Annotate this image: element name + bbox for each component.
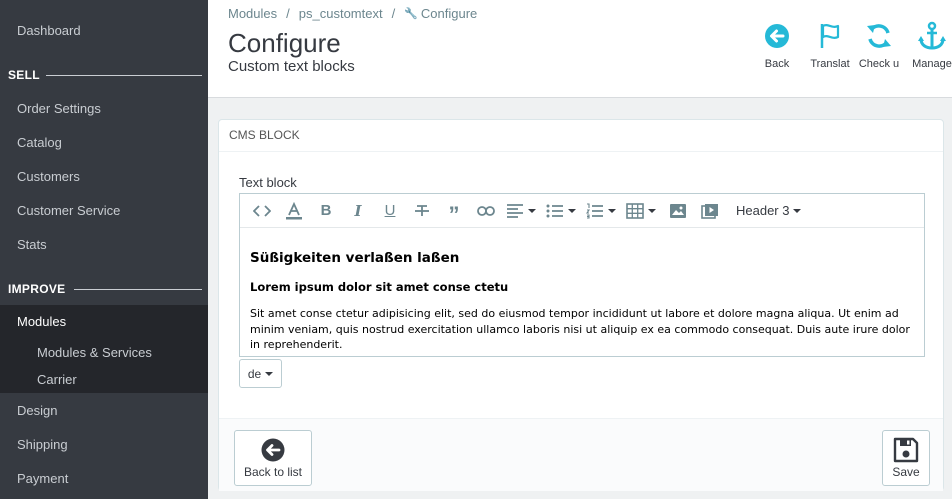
breadcrumb-item-modules[interactable]: Modules [228, 6, 277, 21]
check-update-button-label: Check u [858, 58, 900, 70]
section-heading: IMPROVE [8, 282, 66, 296]
section-heading: SELL [8, 68, 40, 82]
language-value: de [247, 366, 262, 381]
wrench-icon: 🔧 [404, 8, 418, 20]
sidebar-item-dashboard[interactable]: Dashboard [0, 14, 208, 48]
content-heading-3: Süßigkeiten verlaßen laßen [250, 250, 460, 266]
sidebar-item-label: Stats [17, 237, 47, 252]
image-icon[interactable] [662, 199, 694, 223]
bold-icon[interactable]: B [310, 199, 342, 223]
content-heading-4: Lorem ipsum dolor sit amet conse ctetu [250, 280, 509, 294]
sidebar-item-order-settings[interactable]: Order Settings [0, 92, 208, 126]
blockquote-icon[interactable]: ” [438, 199, 470, 225]
back-button-label: Back [764, 58, 790, 70]
language-dropdown[interactable]: de [239, 359, 282, 388]
refresh-icon [849, 20, 909, 52]
floppy-disk-icon [893, 437, 919, 463]
sidebar-item-catalog[interactable]: Catalog [0, 126, 208, 160]
panel-heading: CMS BLOCK [219, 120, 943, 152]
sidebar-section-sell: SELL [0, 62, 208, 88]
numbered-list-icon [586, 202, 603, 219]
page-subtitle: Custom text blocks [228, 58, 355, 75]
manage-hooks-button[interactable]: Manage [902, 20, 952, 70]
check-update-button[interactable]: Check u [849, 20, 909, 70]
sidebar-item-label: Customers [17, 169, 80, 184]
anchor-icon [902, 20, 952, 52]
chevron-down-icon [793, 208, 802, 213]
link-icon[interactable] [470, 199, 502, 223]
align-left-icon [507, 203, 523, 218]
breadcrumb: Modules / ps_customtext / 🔧 Configure [228, 6, 477, 21]
sidebar-item-label: Modules & Services [37, 345, 152, 360]
table-icon [626, 202, 644, 219]
sidebar-item-label: Payment [17, 471, 69, 486]
breadcrumb-item-module[interactable]: ps_customtext [299, 6, 383, 21]
save-label: Save [892, 465, 920, 479]
save-button[interactable]: Save [882, 430, 930, 486]
strikethrough-icon[interactable] [406, 199, 438, 223]
sidebar-item-payment[interactable]: Payment [0, 462, 208, 496]
sidebar-item-label: Catalog [17, 135, 62, 150]
sidebar-item-label: Customer Service [17, 203, 121, 218]
rich-text-editor: B I U ” Header 3 Süßigkeiten verlaßen la… [239, 193, 925, 357]
sidebar-item-stats[interactable]: Stats [0, 228, 208, 262]
bullet-list-icon [546, 204, 563, 217]
font-color-icon[interactable] [278, 199, 310, 223]
sidebar-submenu-modules: Modules & Services Carrier [0, 339, 208, 393]
cms-block-panel: CMS BLOCK Text block B I U ” Header 3 Sü… [218, 119, 944, 491]
sidebar-item-design[interactable]: Design [0, 394, 208, 428]
page-header: Modules / ps_customtext / 🔧 Configure Co… [208, 0, 952, 98]
arrow-left-circle-icon [261, 438, 285, 462]
back-button[interactable]: Back [747, 20, 807, 70]
ordered-list-dropdown[interactable] [582, 199, 622, 223]
sidebar-item-label: Carrier [37, 372, 77, 387]
sidebar-item-shipping[interactable]: Shipping [0, 428, 208, 462]
editor-content[interactable]: Süßigkeiten verlaßen laßen Lorem ipsum d… [240, 228, 924, 353]
sidebar-item-customer-service[interactable]: Customer Service [0, 194, 208, 228]
arrow-left-circle-icon [747, 20, 807, 52]
back-to-list-button[interactable]: Back to list [234, 430, 312, 486]
sidebar-item-modules[interactable]: Modules [0, 305, 208, 339]
sidebar-item-label: Dashboard [17, 23, 81, 38]
sidebar: Dashboard SELL Order Settings Catalog Cu… [0, 0, 208, 499]
section-divider [74, 289, 202, 290]
sidebar-section-improve: IMPROVE [0, 276, 208, 302]
table-dropdown[interactable] [622, 199, 662, 223]
content-paragraph: Sit amet conse ctetur adipisicing elit, … [250, 307, 910, 351]
align-dropdown[interactable] [502, 199, 542, 223]
heading-format-dropdown[interactable]: Header 3 [736, 203, 802, 218]
chevron-down-icon [608, 208, 616, 213]
underline-icon[interactable]: U [374, 199, 406, 223]
code-view-icon[interactable] [246, 199, 278, 223]
back-to-list-label: Back to list [243, 465, 303, 479]
chevron-down-icon [648, 208, 656, 213]
unordered-list-dropdown[interactable] [542, 199, 582, 223]
section-divider [46, 75, 202, 76]
panel-footer: Back to list Save [219, 418, 943, 491]
video-icon[interactable] [694, 199, 726, 223]
sidebar-item-label: Modules [17, 314, 67, 329]
breadcrumb-item-configure: Configure [420, 6, 478, 21]
chevron-down-icon [528, 208, 536, 213]
sidebar-item-label: Design [17, 403, 58, 418]
text-block-label: Text block [239, 175, 297, 190]
chevron-down-icon [265, 371, 274, 376]
breadcrumb-separator: / [391, 6, 396, 21]
page-title: Configure [228, 28, 341, 58]
heading-format-value: Header 3 [736, 203, 790, 218]
breadcrumb-separator: / [286, 6, 290, 21]
sidebar-subitem-modules-services[interactable]: Modules & Services [0, 339, 208, 366]
sidebar-item-customers[interactable]: Customers [0, 160, 208, 194]
sidebar-subitem-carrier[interactable]: Carrier [0, 366, 208, 393]
sidebar-item-label: Shipping [17, 437, 68, 452]
italic-icon[interactable]: I [342, 199, 374, 223]
chevron-down-icon [568, 208, 576, 213]
editor-toolbar: B I U ” Header 3 [240, 194, 924, 228]
sidebar-item-label: Order Settings [17, 101, 101, 116]
manage-hooks-button-label: Manage [912, 58, 952, 70]
